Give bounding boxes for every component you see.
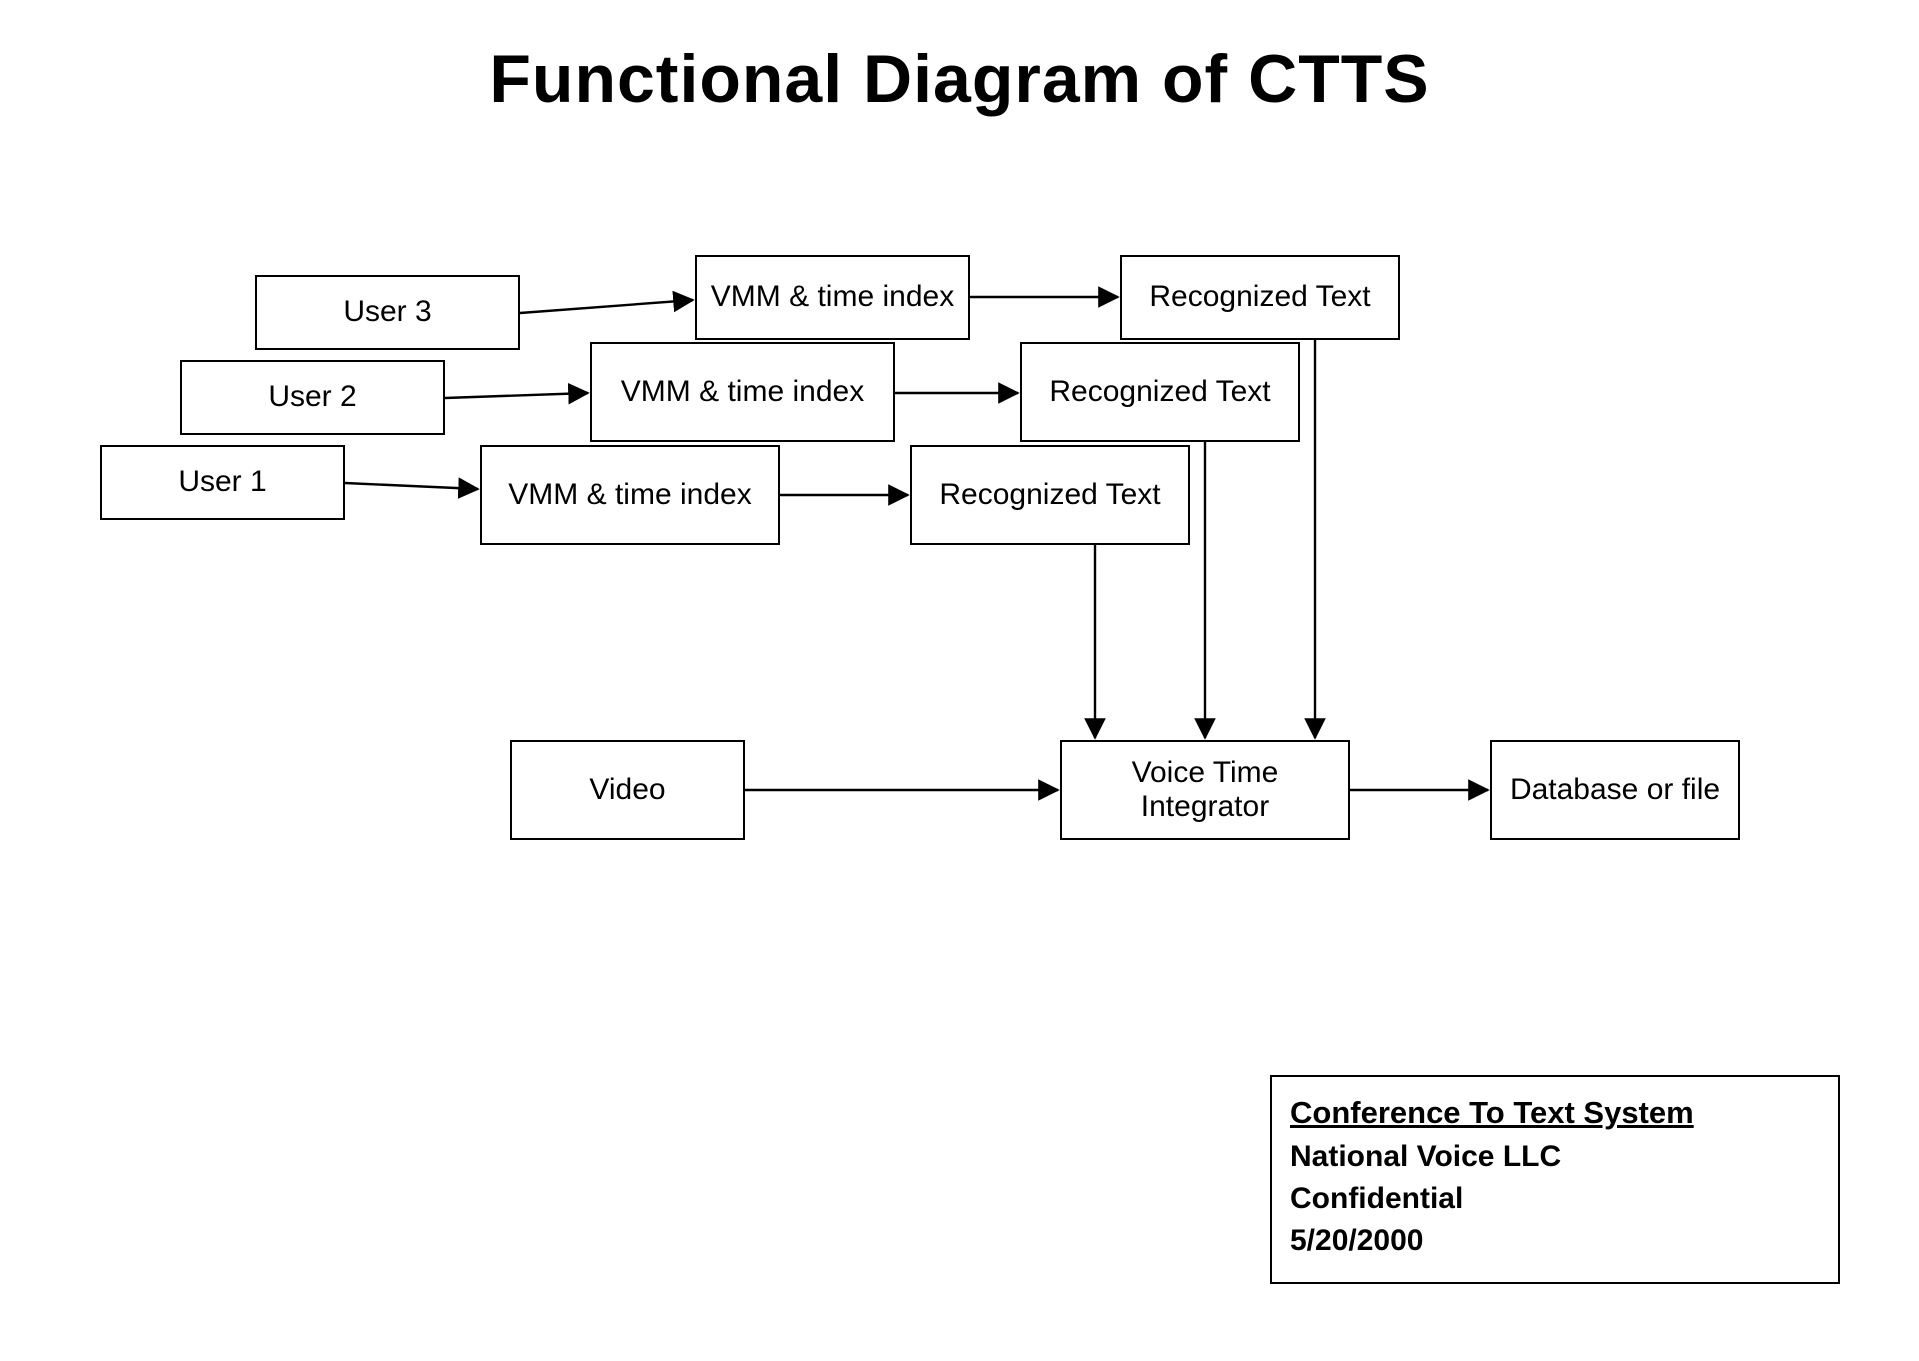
node-label: Recognized Text — [1049, 375, 1270, 410]
legend-box: Conference To Text System National Voice… — [1270, 1075, 1840, 1284]
node-label: Video — [589, 773, 665, 808]
node-label: User 2 — [268, 380, 356, 415]
diagram-page: Functional Diagram of CTTS User 3 User 2… — [0, 0, 1919, 1361]
node-video: Video — [510, 740, 745, 840]
node-user-3: User 3 — [255, 275, 520, 350]
node-user-2: User 2 — [180, 360, 445, 435]
node-label: Database or file — [1510, 773, 1720, 808]
legend-title: Conference To Text System — [1290, 1091, 1820, 1134]
legend-company: National Voice LLC — [1290, 1136, 1820, 1178]
node-label: Voice Time Integrator — [1068, 756, 1342, 825]
diagram-title: Functional Diagram of CTTS — [0, 40, 1919, 118]
node-label: VMM & time index — [711, 280, 954, 315]
node-label: Recognized Text — [939, 478, 1160, 513]
node-vmm-3: VMM & time index — [695, 255, 970, 340]
arrow-user2-vmm2 — [445, 393, 588, 398]
node-label: Recognized Text — [1149, 280, 1370, 315]
node-label: VMM & time index — [621, 375, 864, 410]
node-label: User 1 — [178, 465, 266, 500]
arrow-user3-vmm3 — [520, 300, 693, 313]
node-rec-2: Recognized Text — [1020, 342, 1300, 442]
node-label: User 3 — [343, 295, 431, 330]
node-rec-3: Recognized Text — [1120, 255, 1400, 340]
node-voice-time-integrator: Voice Time Integrator — [1060, 740, 1350, 840]
legend-date: 5/20/2000 — [1290, 1220, 1820, 1262]
node-rec-1: Recognized Text — [910, 445, 1190, 545]
arrow-user1-vmm1 — [345, 483, 478, 489]
legend-confidential: Confidential — [1290, 1178, 1820, 1220]
node-vmm-2: VMM & time index — [590, 342, 895, 442]
node-vmm-1: VMM & time index — [480, 445, 780, 545]
node-database: Database or file — [1490, 740, 1740, 840]
node-user-1: User 1 — [100, 445, 345, 520]
node-label: VMM & time index — [508, 478, 751, 513]
